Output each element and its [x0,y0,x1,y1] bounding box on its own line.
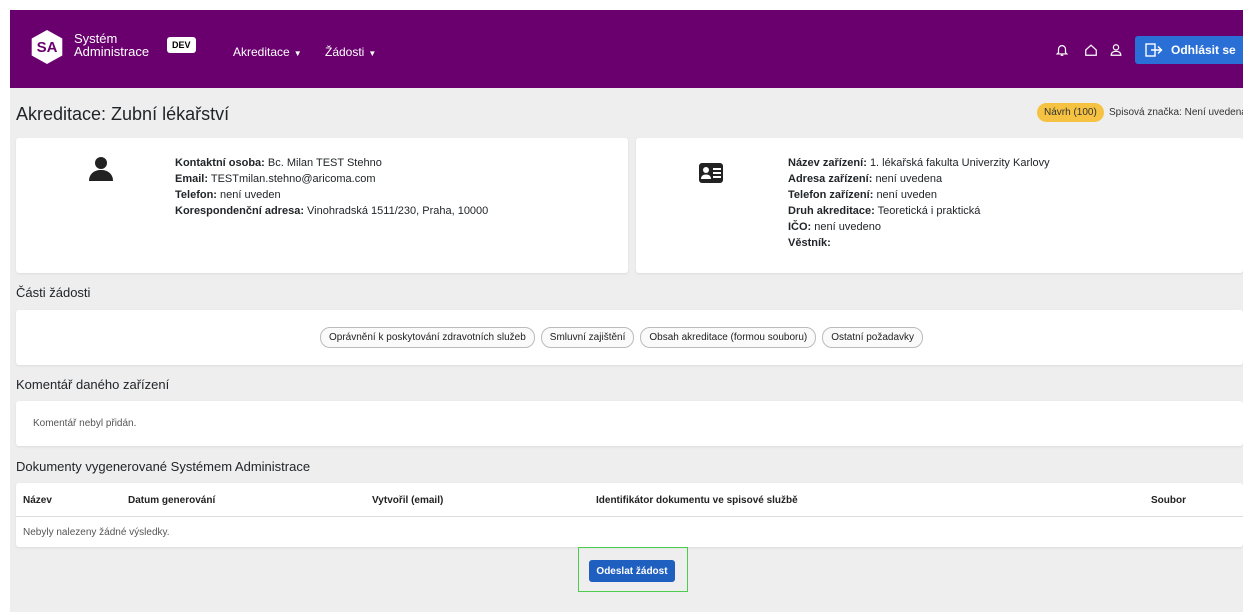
page-title: Akreditace: Zubní lékařství [16,104,230,124]
facility-row: Věstník: [788,235,1050,251]
chevron-down-icon: ▼ [368,49,377,58]
part-chip-ostatni[interactable]: Ostatní požadavky [822,327,924,348]
bell-icon[interactable] [1054,42,1070,58]
home-icon[interactable] [1083,42,1099,58]
comment-heading: Komentář daného zařízení [16,377,170,392]
nav-menu-akreditace-label: Akreditace [233,45,290,59]
nav-menu-akreditace[interactable]: Akreditace ▼ [233,45,302,59]
facility-row: Telefon zařízení: není uveden [788,187,1050,203]
contact-label: Korespondenční adresa: [175,205,304,217]
facility-label: Věstník: [788,237,831,249]
column-header-identifikator[interactable]: Identifikátor dokumentu ve spisové služb… [596,495,798,506]
facility-row: IČO: není uvedeno [788,219,1050,235]
nav-menu-zadosti-label: Žádosti [325,45,365,59]
contact-row: Korespondenční adresa: Vinohradská 1511/… [175,203,488,219]
facility-row: Adresa zařízení: není uvedena [788,171,1050,187]
contact-value: Bc. Milan TEST Stehno [267,157,382,169]
facility-label: Adresa zařízení: [788,173,873,185]
comment-text: Komentář nebyl přidán. [33,418,137,429]
facility-label: Název zařízení: [788,157,867,169]
documents-table: Název Datum generování Vytvořil (email) … [16,483,1243,547]
contact-label: Telefon: [175,189,217,201]
app-name[interactable]: Systém Administrace [74,32,149,58]
contact-card: Kontaktní osoba: Bc. Milan TEST Stehno E… [16,138,628,273]
contact-label: Kontaktní osoba: [175,157,265,169]
facility-value: není uveden [876,189,937,201]
env-badge: DEV [167,37,196,53]
facility-info: Název zařízení: 1. lékařská fakulta Univ… [788,155,1050,251]
facility-value: 1. lékařská fakulta Univerzity Karlovy [869,157,1050,169]
logout-icon [1145,43,1163,57]
column-header-vytvoril[interactable]: Vytvořil (email) [372,495,443,506]
app-name-line2: Administrace [74,44,150,59]
contact-row: Kontaktní osoba: Bc. Milan TEST Stehno [175,155,488,171]
facility-card: Název zařízení: 1. lékařská fakulta Univ… [636,138,1243,273]
navbar: SA Systém Administrace DEV Akreditace ▼ Ž… [10,10,1243,88]
logout-label: Odhlásit se [1171,43,1236,57]
person-icon [89,157,113,181]
facility-value: není uvedeno [814,221,881,233]
contact-value: TESTmilan.stehno@aricoma.com [210,173,376,185]
id-card-icon [699,163,723,183]
parts-chip-list: Oprávnění k poskytování zdravotních služ… [320,327,924,348]
contact-value: není uveden [220,189,281,201]
parts-heading: Části žádosti [16,285,91,300]
part-chip-smluvni[interactable]: Smluvní zajištění [540,327,635,348]
facility-value: není uvedena [875,173,943,185]
contact-info: Kontaktní osoba: Bc. Milan TEST Stehno E… [175,155,488,219]
facility-label: IČO: [788,221,812,233]
facility-label: Druh akreditace: [788,205,875,217]
column-header-datum[interactable]: Datum generování [128,495,215,506]
facility-row: Název zařízení: 1. lékařská fakulta Univ… [788,155,1050,171]
submit-request-button[interactable]: Odeslat žádost [589,560,675,582]
main-content: Akreditace: Zubní lékařství Návrh (100) … [10,88,1243,612]
user-icon[interactable] [1108,42,1124,58]
status-badge: Návrh (100) [1037,103,1104,122]
part-chip-obsah[interactable]: Obsah akreditace (formou souboru) [640,327,817,348]
contact-value: Vinohradská 1511/230, Praha, 10000 [307,205,489,217]
logout-button[interactable]: Odhlásit se [1135,36,1243,64]
facility-value: Teoretická i praktická [877,205,981,217]
contact-label: Email: [175,173,209,185]
part-chip-opravneni[interactable]: Oprávnění k poskytování zdravotních služ… [320,327,535,348]
table-empty-message: Nebyly nalezeny žádné výsledky. [23,527,170,538]
column-header-soubor[interactable]: Soubor [1151,495,1186,506]
documents-heading: Dokumenty vygenerované Systémem Administ… [16,459,311,474]
top-strip [0,0,1243,10]
file-reference: Spisová značka: Není uvedena [1109,107,1243,118]
contact-row: Email: TESTmilan.stehno@aricoma.com [175,171,488,187]
nav-menu-zadosti[interactable]: Žádosti ▼ [325,45,376,59]
parts-panel: Oprávnění k poskytování zdravotních služ… [16,310,1243,365]
contact-row: Telefon: není uveden [175,187,488,203]
chevron-down-icon: ▼ [293,49,302,58]
logo-icon[interactable]: SA [31,30,63,64]
facility-row: Druh akreditace: Teoretická i praktická [788,203,1050,219]
facility-label: Telefon zařízení: [788,189,874,201]
column-header-nazev[interactable]: Název [23,495,52,506]
comment-panel: Komentář nebyl přidán. [16,401,1243,446]
table-header: Název Datum generování Vytvořil (email) … [16,483,1243,517]
